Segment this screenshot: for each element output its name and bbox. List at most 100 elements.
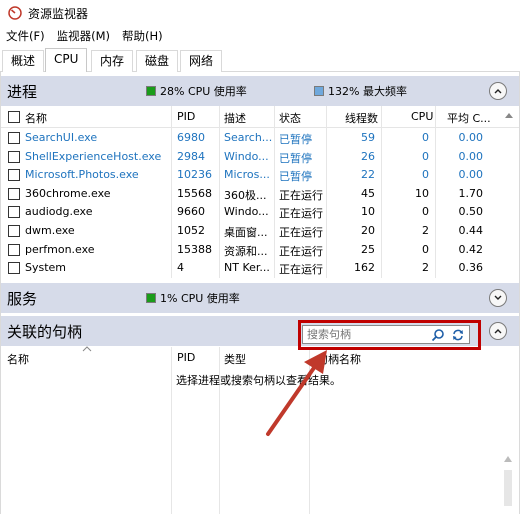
process-description: Windo... [224, 205, 269, 219]
chevron-up-icon [494, 89, 502, 94]
process-name: perfmon.exe [25, 242, 95, 256]
collapse-processes-button[interactable] [489, 82, 507, 100]
process-name: audiodg.exe [25, 205, 93, 219]
max-frequency-status: 132% 最大频率 [314, 83, 407, 99]
collapse-handles-button[interactable] [489, 322, 507, 340]
process-pid: 4 [177, 261, 184, 275]
tab-network[interactable]: 网络 [180, 50, 223, 72]
col-description[interactable]: 描述 [224, 110, 246, 126]
tab-cpu[interactable]: CPU [45, 48, 88, 73]
process-row[interactable]: System 4 NT Ker... 正在运行 162 2 0.36 [1, 259, 519, 278]
process-cpu: 2 [422, 224, 429, 237]
scroll-up-icon[interactable] [503, 110, 515, 122]
process-checkbox[interactable] [8, 132, 20, 144]
menu-help[interactable]: 帮助(H) [122, 28, 163, 44]
process-name: 360chrome.exe [25, 186, 111, 200]
expand-services-button[interactable] [489, 289, 507, 307]
process-name: System [25, 261, 67, 275]
process-status: 正在运行 [279, 207, 323, 221]
cpu-usage-status: 28% CPU 使用率 [146, 83, 247, 99]
process-description: 桌面窗... [224, 226, 268, 239]
process-status: 已暂停 [279, 151, 312, 165]
process-cpu: 10 [415, 186, 429, 200]
process-checkbox[interactable] [8, 169, 20, 182]
processes-column-headers: 名称 PID 描述 状态 线程数 CPU 平均 C... [1, 106, 519, 128]
process-threads: 162 [354, 261, 375, 275]
process-checkbox[interactable] [8, 150, 20, 163]
processes-title: 进程 [7, 82, 38, 101]
process-status: 正在运行 [279, 263, 323, 277]
scrollbar-decoration [504, 456, 512, 506]
process-row[interactable]: dwm.exe 1052 桌面窗... 正在运行 20 2 0.44 [1, 222, 519, 241]
col-pid[interactable]: PID [177, 110, 195, 123]
tab-bar: 概述 CPU 内存 磁盘 网络 [0, 48, 520, 73]
menu-monitor[interactable]: 监视器(M) [57, 28, 110, 44]
services-cpu-swatch [146, 293, 156, 303]
process-checkbox[interactable] [8, 187, 20, 200]
process-cpu: 0 [422, 242, 429, 256]
handles-col-handle-name[interactable]: 句柄名称 [317, 351, 361, 367]
process-pid: 6980 [177, 131, 205, 144]
process-pid: 1052 [177, 224, 205, 237]
process-threads: 59 [361, 131, 375, 144]
col-avg-cpu[interactable]: 平均 C... [447, 110, 499, 126]
max-frequency-label: 132% 最大频率 [328, 85, 407, 98]
handles-column-headers: 名称 PID 类型 句柄名称 [1, 346, 519, 369]
process-cpu: 0 [422, 168, 429, 182]
services-title: 服务 [7, 289, 38, 308]
process-row[interactable]: SearchUI.exe 6980 Search... 已暂停 59 0 0.00 [1, 129, 519, 148]
process-threads: 25 [361, 242, 375, 256]
process-name: SearchUI.exe [25, 131, 98, 144]
services-cpu-label: 1% CPU 使用率 [160, 292, 240, 305]
process-pid: 9660 [177, 205, 205, 219]
process-name: ShellExperienceHost.exe [25, 149, 162, 163]
process-threads: 10 [361, 205, 375, 219]
process-row[interactable]: audiodg.exe 9660 Windo... 正在运行 10 0 0.50 [1, 203, 519, 222]
col-status[interactable]: 状态 [279, 110, 301, 126]
process-checkbox[interactable] [8, 206, 20, 219]
process-checkbox[interactable] [8, 225, 20, 237]
process-cpu: 0 [422, 149, 429, 163]
process-row[interactable]: Microsoft.Photos.exe 10236 Micros... 已暂停 22 0… [1, 166, 519, 185]
process-threads: 20 [361, 224, 375, 237]
process-checkbox[interactable] [8, 262, 20, 275]
cpu-usage-swatch [146, 86, 156, 96]
process-avg-cpu: 0.36 [458, 261, 484, 275]
highlight-box [298, 320, 481, 350]
menu-bar: 文件(F) 监视器(M) 帮助(H) [0, 26, 520, 46]
col-cpu[interactable]: CPU [411, 110, 433, 123]
process-threads: 22 [361, 168, 375, 182]
process-description: Search... [224, 131, 272, 144]
process-checkbox[interactable] [8, 243, 20, 256]
process-name: Microsoft.Photos.exe [25, 168, 139, 182]
cpu-usage-label: 28% CPU 使用率 [160, 85, 247, 98]
tab-overview[interactable]: 概述 [2, 50, 45, 72]
process-avg-cpu: 1.70 [458, 186, 484, 200]
tab-memory[interactable]: 内存 [91, 50, 134, 72]
process-row[interactable]: ShellExperienceHost.exe 2984 Windo... 已暂停 26… [1, 148, 519, 167]
col-name[interactable]: 名称 [25, 110, 47, 126]
process-avg-cpu: 0.00 [458, 168, 484, 182]
process-description: 360极... [224, 188, 267, 202]
handles-col-type[interactable]: 类型 [224, 351, 246, 367]
process-avg-cpu: 0.44 [458, 224, 484, 237]
handles-col-pid[interactable]: PID [177, 351, 195, 364]
process-description: Micros... [224, 168, 270, 182]
menu-file[interactable]: 文件(F) [6, 28, 45, 44]
processes-header[interactable]: 进程 28% CPU 使用率 132% 最大频率 [1, 76, 519, 106]
process-row[interactable]: perfmon.exe 15388 资源和... 正在运行 25 0 0.42 [1, 241, 519, 260]
process-pid: 10236 [177, 168, 212, 182]
col-threads[interactable]: 线程数 [345, 110, 378, 126]
resource-monitor-icon [8, 6, 22, 20]
select-all-checkbox[interactable] [8, 111, 20, 123]
process-avg-cpu: 0.50 [458, 205, 484, 219]
process-pid: 2984 [177, 149, 205, 163]
handles-col-name[interactable]: 名称 [7, 351, 29, 367]
cpu-tab-content: 进程 28% CPU 使用率 132% 最大频率 名称 PID 描述 状态 线程… [0, 72, 520, 514]
services-cpu-status: 1% CPU 使用率 [146, 290, 240, 306]
process-status: 已暂停 [279, 170, 312, 184]
process-row[interactable]: 360chrome.exe 15568 360极... 正在运行 45 10 1.70 [1, 185, 519, 204]
services-header[interactable]: 服务 1% CPU 使用率 [1, 283, 519, 313]
process-pid: 15388 [177, 242, 212, 256]
tab-disk[interactable]: 磁盘 [136, 50, 179, 72]
